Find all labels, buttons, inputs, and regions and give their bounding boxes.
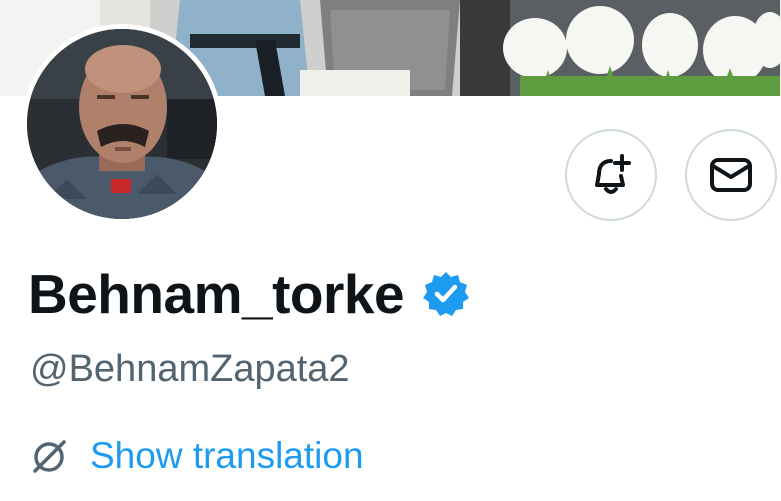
avatar-photo <box>27 29 217 219</box>
verified-badge-icon[interactable] <box>422 270 470 318</box>
bell-plus-icon <box>587 151 635 199</box>
notify-button[interactable] <box>565 129 657 221</box>
show-translation-link[interactable]: Show translation <box>90 432 364 480</box>
display-name: Behnam_torke <box>28 263 405 325</box>
display-name-row: Behnam_torke <box>28 258 470 330</box>
user-handle: @BehnamZapata2 <box>30 348 350 390</box>
profile-avatar[interactable] <box>22 24 222 224</box>
envelope-icon <box>707 151 755 199</box>
translation-row[interactable]: Show translation <box>30 432 364 480</box>
message-button[interactable] <box>685 129 777 221</box>
globe-icon <box>30 437 68 475</box>
